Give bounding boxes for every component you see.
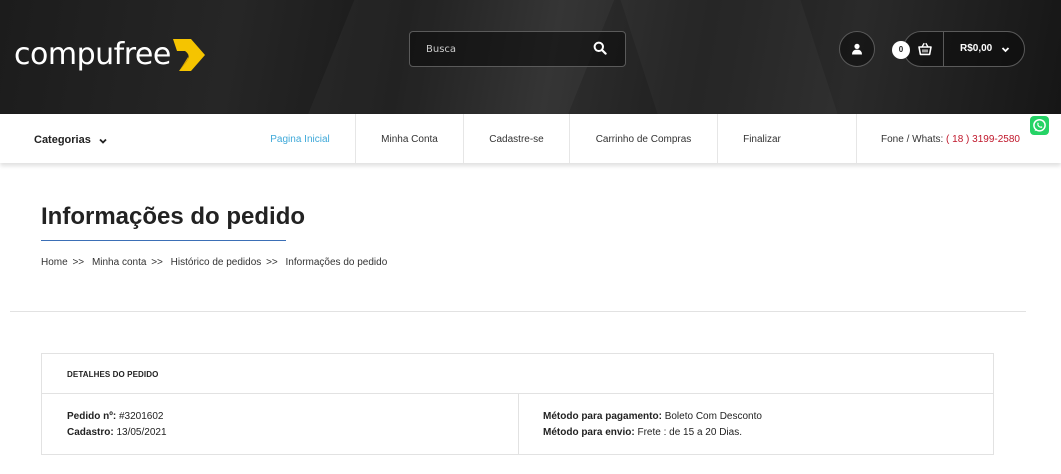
basket-icon [918, 42, 932, 56]
breadcrumb-separator: >> [266, 257, 278, 268]
shipping-method: Método para envio: Frete : de 15 a 20 Di… [543, 427, 742, 438]
cart-divider [943, 32, 944, 66]
phone-label: Fone / Whats: [881, 134, 944, 145]
breadcrumb: Home >> Minha conta >> Histórico de pedi… [41, 257, 387, 268]
nav-item-checkout[interactable]: Finalizar [718, 114, 806, 163]
nav-item-home[interactable]: Pagina Inicial [260, 114, 340, 163]
categories-label: Categorias [34, 134, 91, 146]
breadcrumb-separator: >> [72, 257, 85, 268]
breadcrumb-account[interactable]: Minha conta [92, 257, 146, 268]
cart-button[interactable]: R$0,00 [903, 31, 1025, 67]
breadcrumb-separator: >> [151, 257, 163, 268]
categories-menu[interactable]: Categorias [34, 114, 91, 163]
cart-count-badge: 0 [892, 41, 910, 59]
nav-item-register[interactable]: Cadastre-se [464, 114, 569, 163]
phone-number[interactable]: ( 18 ) 3199-2580 [946, 134, 1020, 145]
section-divider [10, 311, 1026, 312]
search-input[interactable] [410, 32, 590, 66]
site-logo[interactable]: compufree [14, 34, 209, 76]
order-details-panel: DETALHES DO PEDIDO Pedido nº: #3201602 C… [41, 353, 994, 455]
phone-contact: Fone / Whats: ( 18 ) 3199-2580 [881, 114, 1020, 163]
nav-item-account[interactable]: Minha Conta [356, 114, 463, 163]
cart-total: R$0,00 [960, 43, 993, 54]
shipping-method-value: Frete : de 15 a 20 Dias. [637, 427, 742, 438]
payment-method-label: Método para pagamento: [543, 411, 662, 422]
order-details-heading: DETALHES DO PEDIDO [42, 354, 993, 394]
logo-text: compufree [14, 37, 171, 72]
nav-item-cart[interactable]: Carrinho de Compras [570, 114, 717, 163]
order-number-value: #3201602 [119, 411, 164, 422]
account-button[interactable] [839, 31, 875, 67]
chevron-down-icon [99, 138, 107, 144]
breadcrumb-order-info[interactable]: Informações do pedido [286, 257, 388, 268]
breadcrumb-home[interactable]: Home [41, 257, 68, 268]
order-date: Cadastro: 13/05/2021 [67, 427, 167, 438]
payment-method: Método para pagamento: Boleto Com Descon… [543, 411, 762, 422]
order-number-label: Pedido nº: [67, 411, 117, 422]
order-date-label: Cadastro: [67, 427, 114, 438]
column-divider [518, 394, 519, 454]
main-nav: Categorias Pagina Inicial Minha Conta Ca… [0, 114, 1061, 163]
order-date-value: 13/05/2021 [116, 427, 167, 438]
search-icon[interactable] [593, 41, 607, 55]
whatsapp-icon[interactable] [1030, 116, 1049, 135]
page-title: Informações do pedido [41, 203, 306, 230]
chevron-down-icon [1001, 47, 1010, 53]
search-box [409, 31, 626, 67]
title-underline [41, 240, 286, 241]
nav-divider [856, 114, 857, 163]
order-number: Pedido nº: #3201602 [67, 411, 164, 422]
payment-method-value: Boleto Com Desconto [664, 411, 762, 422]
logo-arrow-icon [172, 39, 205, 71]
shipping-method-label: Método para envio: [543, 427, 635, 438]
breadcrumb-order-history[interactable]: Histórico de pedidos [171, 257, 262, 268]
user-icon [852, 43, 862, 55]
